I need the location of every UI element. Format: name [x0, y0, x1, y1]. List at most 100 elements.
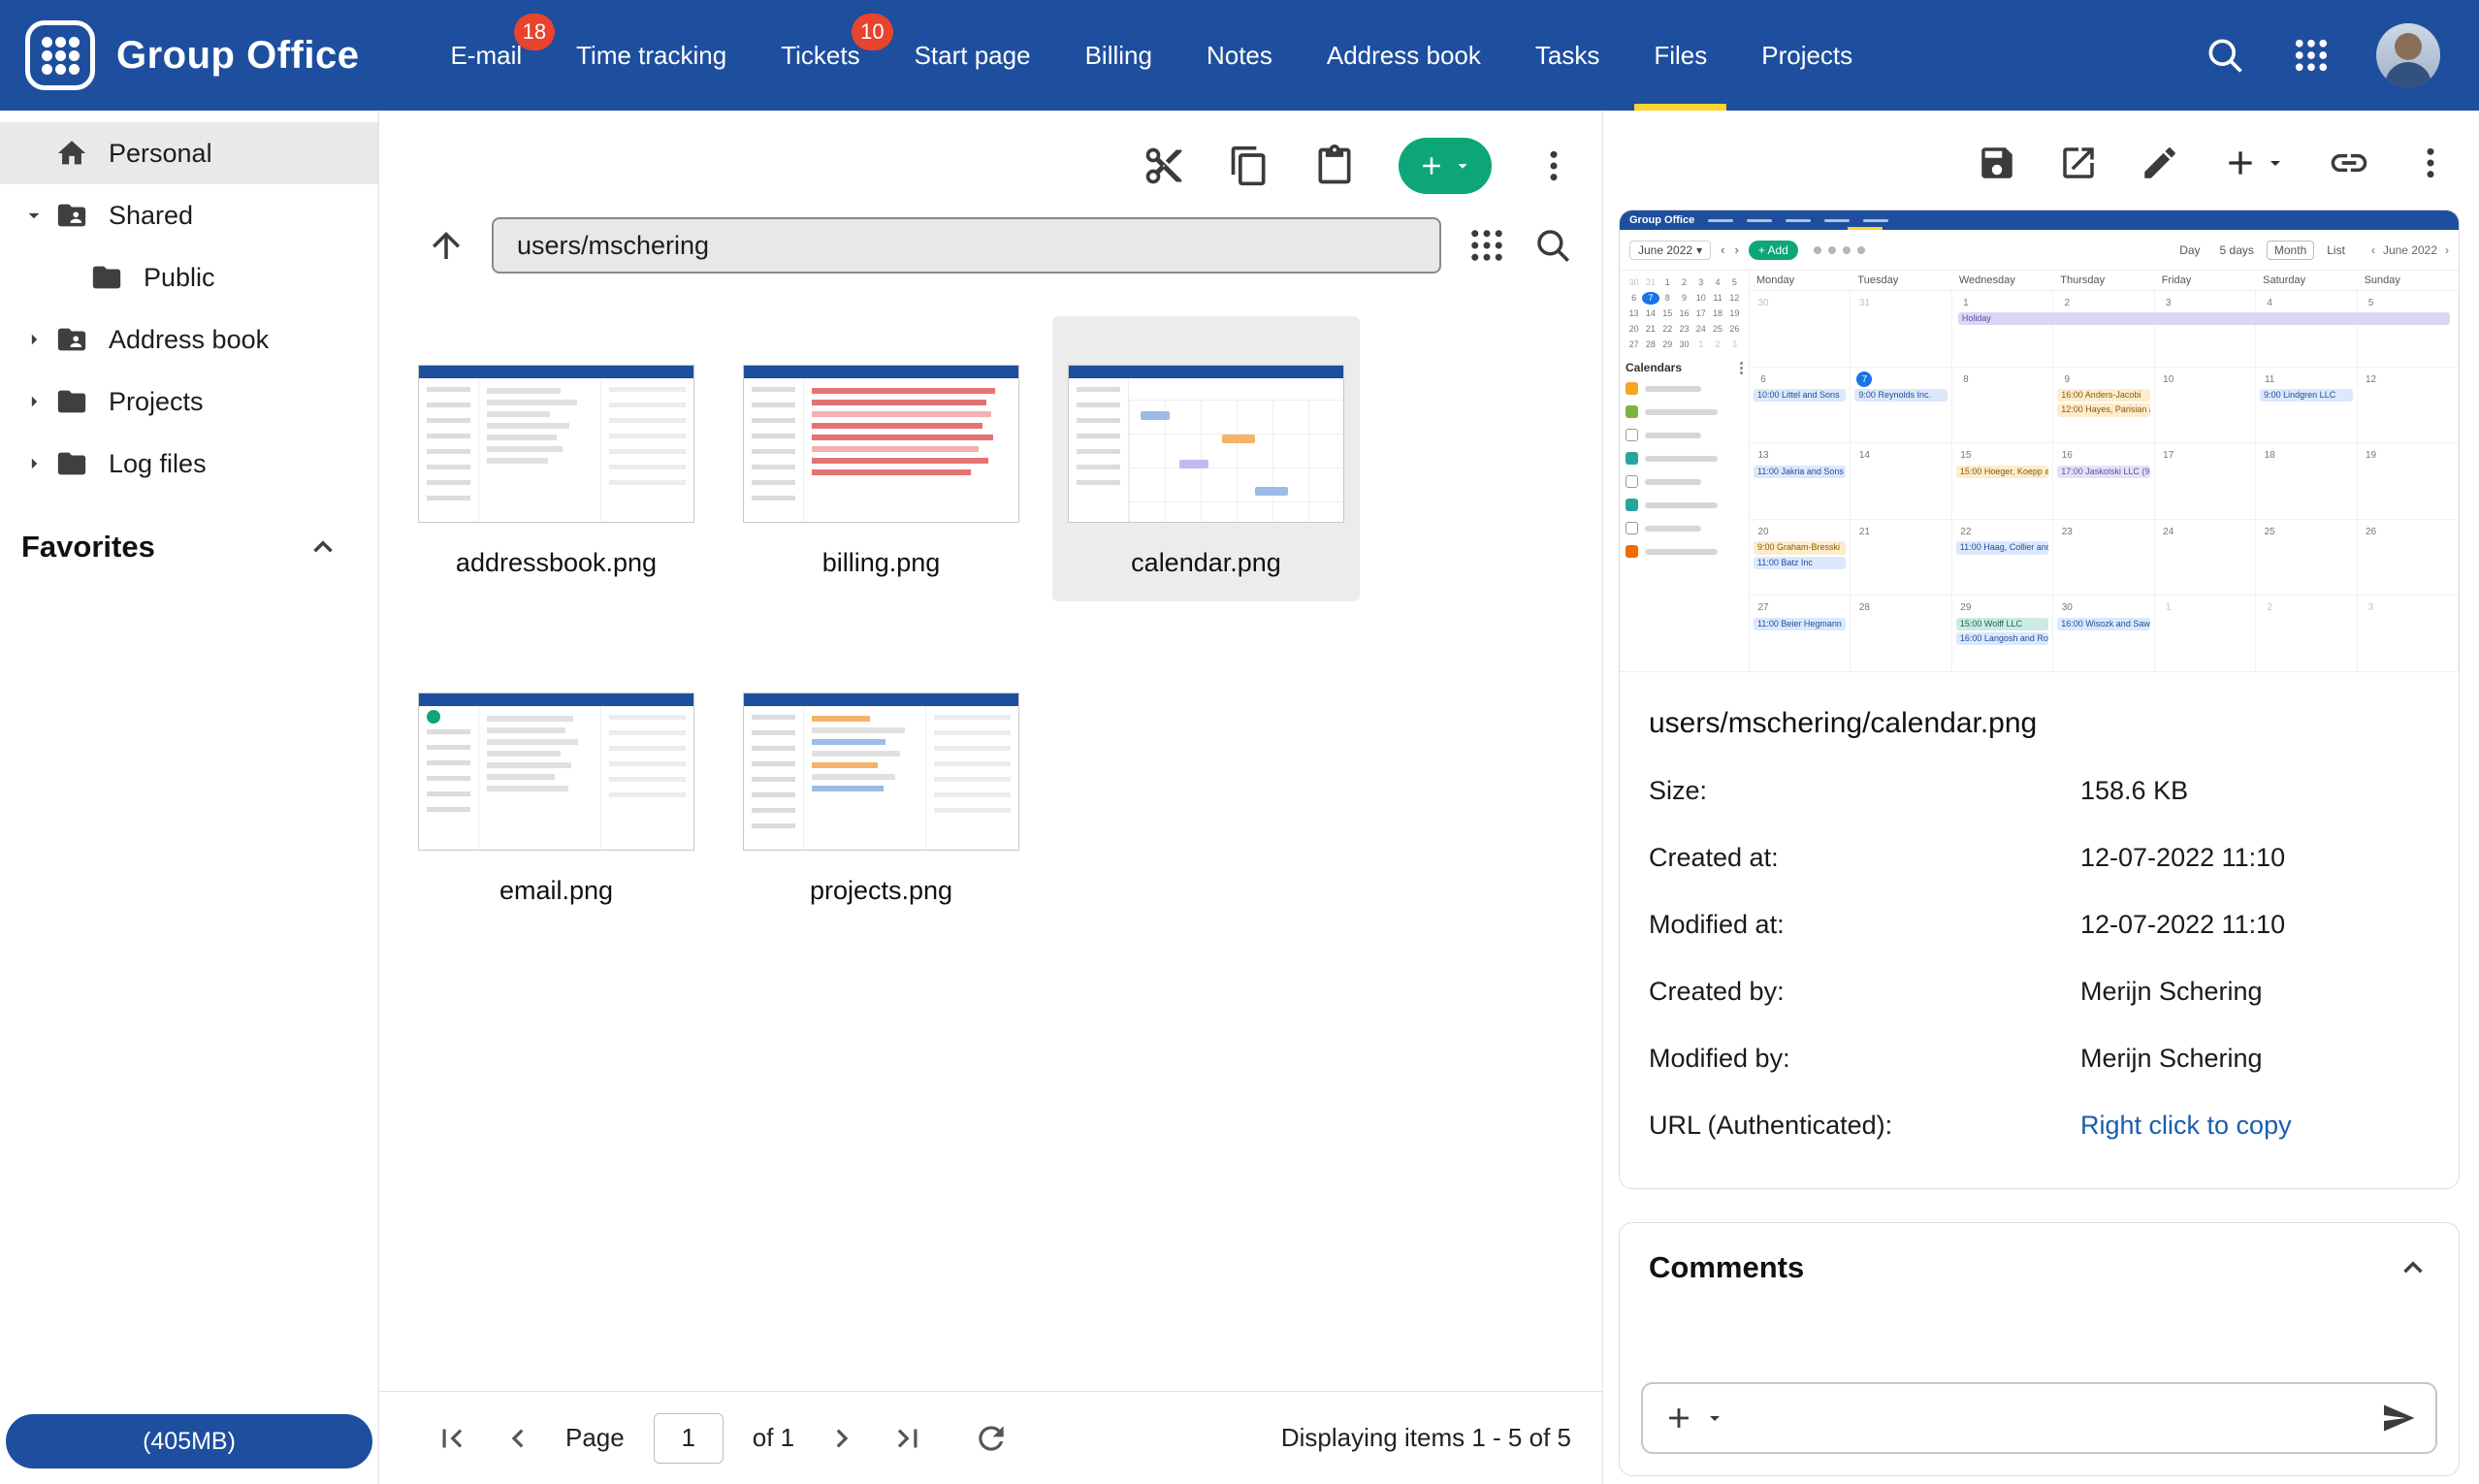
comment-input-box[interactable] [1641, 1382, 2437, 1454]
search-icon[interactable] [2204, 34, 2246, 77]
calendar-day-cell: 2211:00 Haag, Collier and Rutherford [1952, 520, 2053, 597]
next-page-icon[interactable] [823, 1420, 860, 1457]
expand-caret-right-icon[interactable] [17, 451, 50, 476]
event-chip: 15:00 Hoeger, Koepp and Bernhard [1956, 466, 2048, 478]
attach-plus-icon[interactable] [1662, 1402, 1695, 1435]
sidebar-item-log-files[interactable]: Log files [0, 433, 378, 495]
nav-item-files[interactable]: Files [1626, 0, 1734, 111]
mini-month-day: 7 [1642, 292, 1658, 305]
comment-text-input[interactable] [1734, 1384, 2373, 1452]
dropdown-caret-icon[interactable] [1703, 1406, 1726, 1430]
cut-icon[interactable] [1143, 145, 1185, 187]
grid-view-icon[interactable] [1466, 225, 1507, 266]
comments-title: Comments [1649, 1250, 1804, 1285]
calendar-list-item [1626, 499, 1743, 511]
add-new-button[interactable] [1399, 138, 1492, 194]
mini-month-day: 6 [1626, 292, 1642, 305]
nav-item-start-page[interactable]: Start page [887, 0, 1058, 111]
previous-page-icon[interactable] [499, 1420, 536, 1457]
event-chip: 10:00 Littel and Sons [1754, 389, 1846, 402]
chevron-up-icon[interactable] [306, 531, 339, 564]
event-chip: 16:00 Wisozk and Sawayn [2057, 618, 2149, 630]
calendar-checkbox [1626, 545, 1638, 558]
file-item-calendar[interactable]: calendar.png [1052, 316, 1360, 601]
go-up-icon[interactable] [426, 225, 467, 266]
expand-caret-right-icon[interactable] [17, 327, 50, 352]
calendar-checkbox [1626, 499, 1638, 511]
day-number: 29 [1958, 600, 1974, 616]
add-dropdown-button[interactable] [2221, 144, 2287, 182]
file-item-projects[interactable]: projects.png [727, 644, 1035, 929]
day-number: 16 [2059, 448, 2075, 464]
event-chip: 11:00 Jakria and Sons (8,5) [1754, 466, 1846, 478]
sidebar-item-projects[interactable]: Projects [0, 371, 378, 433]
first-page-icon[interactable] [434, 1420, 470, 1457]
link-icon[interactable] [2328, 142, 2370, 184]
last-page-icon[interactable] [889, 1420, 926, 1457]
open-in-new-icon[interactable] [2058, 143, 2099, 183]
search-files-icon[interactable] [1532, 225, 1573, 266]
refresh-icon[interactable] [973, 1420, 1010, 1457]
mini-month-day: 30 [1626, 276, 1642, 289]
sidebar-item-public[interactable]: Public [0, 246, 378, 308]
file-item-email[interactable]: email.png [402, 644, 710, 929]
expand-caret-down-icon[interactable] [17, 203, 50, 228]
preview-weekday-row: MondayTuesdayWednesdayThursdayFridaySatu… [1750, 271, 2459, 291]
save-icon[interactable] [1977, 143, 2017, 183]
storage-usage-button[interactable]: (405MB) [6, 1414, 372, 1468]
file-item-addressbook[interactable]: addressbook.png [402, 316, 710, 601]
send-comment-icon[interactable] [2381, 1401, 2416, 1436]
nav-item-address-book[interactable]: Address book [1300, 0, 1508, 111]
day-number: 7 [1856, 371, 1872, 387]
calendar-day-cell: 19 [2358, 443, 2459, 520]
collapse-comments-icon[interactable] [2397, 1251, 2430, 1284]
event-chip: 16:00 Langosh and Rowe [1956, 632, 2048, 645]
preview-weekday-label: Sunday [2358, 271, 2459, 290]
apps-grid-icon[interactable] [2291, 35, 2332, 76]
mini-month-day: 5 [1726, 276, 1743, 289]
file-item-billing[interactable]: billing.png [727, 316, 1035, 601]
nav-item-time-tracking[interactable]: Time tracking [549, 0, 754, 111]
page-number-input[interactable] [654, 1413, 724, 1464]
preview-weekday-label: Friday [2155, 271, 2256, 290]
page-layout: Personal Shared Public [0, 111, 2479, 1484]
more-options-icon[interactable] [2411, 144, 2450, 182]
nav-item-billing[interactable]: Billing [1058, 0, 1179, 111]
more-options-icon[interactable] [1534, 146, 1573, 185]
calendar-list-item [1626, 429, 1743, 441]
mini-month-day: 2 [1709, 339, 1725, 351]
calendar-checkbox [1626, 429, 1638, 441]
day-number: 1 [2161, 600, 2176, 616]
preview-month-view: MondayTuesdayWednesdayThursdayFridaySatu… [1750, 271, 2459, 672]
favorites-section-header[interactable]: Favorites [0, 530, 378, 565]
comments-card: Comments [1619, 1222, 2460, 1476]
preview-weekday-label: Monday [1750, 271, 1851, 290]
nav-item-email[interactable]: E-mail 18 [423, 0, 549, 111]
details-panel: Group Office June 2022▾ ‹› + Add Day 5 d… [1603, 111, 2479, 1484]
path-input[interactable] [492, 217, 1441, 274]
mini-month-day: 28 [1642, 339, 1658, 351]
detail-row-modified-at: Modified at: 12-07-2022 11:10 [1649, 891, 2430, 958]
edit-icon[interactable] [2140, 143, 2180, 183]
sidebar-item-shared[interactable]: Shared [0, 184, 378, 246]
event-chip: 11:00 Batz Inc [1754, 557, 1846, 569]
calendar-day-cell: 119:00 Lindgren LLC [2256, 368, 2357, 444]
group-office-logo[interactable]: Group Office [25, 20, 359, 90]
nav-item-tickets[interactable]: Tickets 10 [754, 0, 886, 111]
copy-url-link[interactable]: Right click to copy [2080, 1111, 2292, 1141]
calendar-day-cell: 8 [1952, 368, 2053, 444]
sidebar-item-personal[interactable]: Personal [0, 122, 378, 184]
user-avatar[interactable] [2376, 23, 2440, 87]
sidebar-item-address-book[interactable]: Address book [0, 308, 378, 371]
thumbnail-projects [743, 693, 1019, 851]
nav-item-tasks[interactable]: Tasks [1508, 0, 1626, 111]
nav-item-notes[interactable]: Notes [1179, 0, 1300, 111]
calendar-day-cell: 30 [1750, 291, 1851, 368]
nav-item-projects[interactable]: Projects [1734, 0, 1880, 111]
file-preview-image: Group Office June 2022▾ ‹› + Add Day 5 d… [1620, 210, 2459, 672]
navbar-right [2204, 23, 2440, 87]
copy-icon[interactable] [1228, 145, 1271, 187]
shared-folder-icon [50, 323, 93, 356]
paste-icon[interactable] [1313, 145, 1356, 187]
expand-caret-right-icon[interactable] [17, 389, 50, 414]
